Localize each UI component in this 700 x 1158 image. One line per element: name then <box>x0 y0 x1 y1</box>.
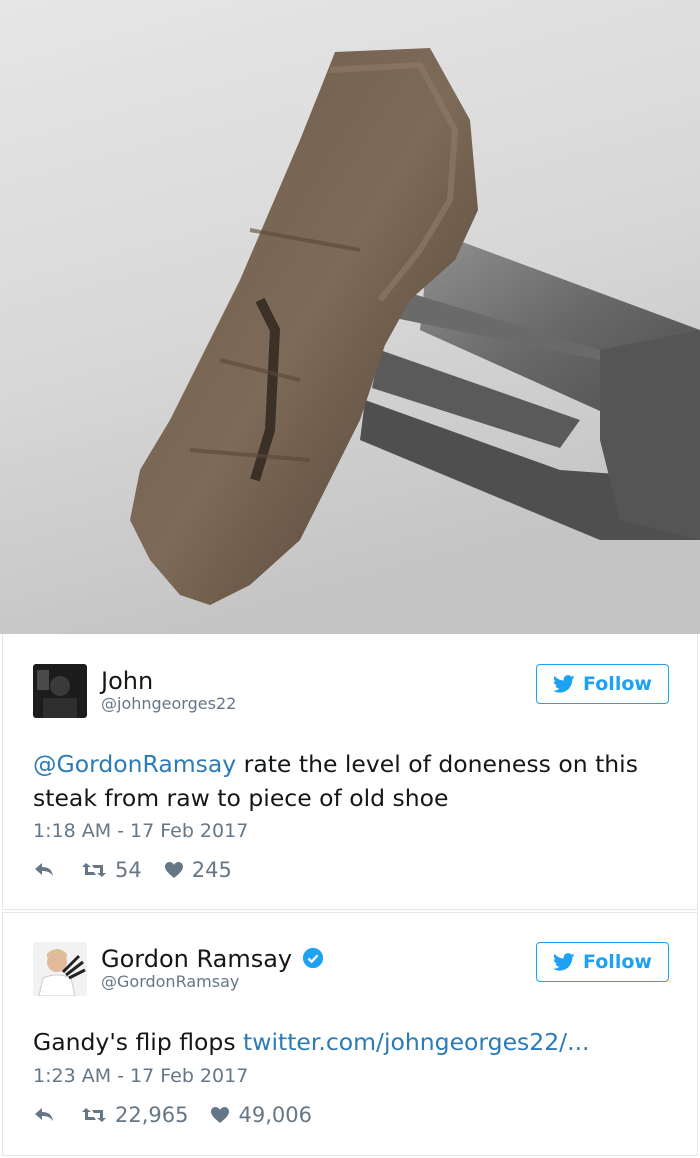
tweet-card: Gordon Ramsay @GordonRamsay Follow Gandy… <box>2 912 698 1156</box>
follow-label: Follow <box>583 673 652 695</box>
tweet-actions: 22,965 49,006 <box>33 1103 312 1127</box>
retweet-icon <box>82 1108 106 1122</box>
like-count: 49,006 <box>238 1103 312 1127</box>
steak-on-fork-image <box>0 0 700 634</box>
like-button[interactable]: 49,006 <box>210 1103 312 1127</box>
user-handle[interactable]: @johngeorges22 <box>101 696 236 712</box>
user-name[interactable]: John <box>101 669 153 693</box>
twitter-bird-icon <box>553 953 575 971</box>
reply-button[interactable] <box>33 1106 81 1124</box>
verified-badge-icon <box>302 947 324 969</box>
retweet-icon <box>82 863 106 877</box>
avatar[interactable] <box>33 942 87 996</box>
user-name[interactable]: Gordon Ramsay <box>101 947 292 971</box>
timestamp[interactable]: 1:18 AM - 17 Feb 2017 <box>33 820 248 842</box>
reply-icon <box>35 1108 53 1121</box>
tweet-text: Gandy's flip flops twitter.com/johngeorg… <box>33 1025 673 1059</box>
reply-icon <box>35 863 53 876</box>
tweet-body: Gandy's flip flops <box>33 1028 244 1056</box>
mention-link[interactable]: @GordonRamsay <box>33 750 236 778</box>
follow-label: Follow <box>583 951 652 973</box>
like-count: 245 <box>191 858 232 882</box>
reply-button[interactable] <box>33 861 81 879</box>
retweet-button[interactable]: 54 <box>81 858 142 882</box>
tweet-card: John @johngeorges22 Follow @GordonRamsay… <box>2 634 698 910</box>
retweet-count: 22,965 <box>115 1103 189 1127</box>
like-button[interactable]: 245 <box>164 858 232 882</box>
retweet-count: 54 <box>115 858 142 882</box>
tweet-link[interactable]: twitter.com/johngeorges22/... <box>243 1028 589 1056</box>
avatar[interactable] <box>33 664 87 718</box>
retweet-button[interactable]: 22,965 <box>81 1103 188 1127</box>
timestamp[interactable]: 1:23 AM - 17 Feb 2017 <box>33 1065 248 1087</box>
follow-button[interactable]: Follow <box>536 942 669 982</box>
heart-icon <box>211 1107 230 1123</box>
twitter-bird-icon <box>553 675 575 693</box>
follow-button[interactable]: Follow <box>536 664 669 704</box>
heart-icon <box>164 862 183 878</box>
user-handle[interactable]: @GordonRamsay <box>101 974 239 990</box>
tweet-photo[interactable] <box>0 0 700 634</box>
tweet-text: @GordonRamsay rate the level of doneness… <box>33 747 673 815</box>
tweet-actions: 54 245 <box>33 858 232 882</box>
